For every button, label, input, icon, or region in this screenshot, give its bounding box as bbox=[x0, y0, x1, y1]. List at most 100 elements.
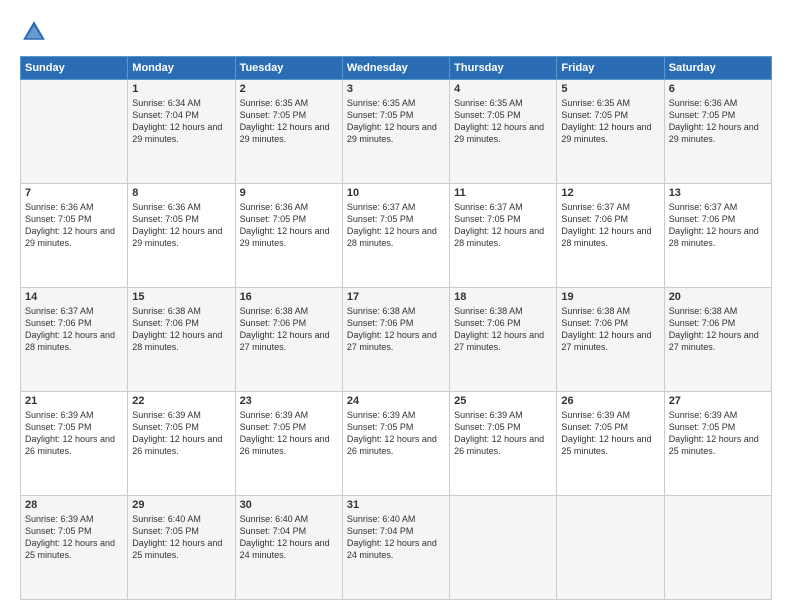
calendar-cell: 19Sunrise: 6:38 AM Sunset: 7:06 PM Dayli… bbox=[557, 288, 664, 392]
cell-content: Sunrise: 6:36 AM Sunset: 7:05 PM Dayligh… bbox=[25, 201, 123, 250]
cell-content: Sunrise: 6:37 AM Sunset: 7:06 PM Dayligh… bbox=[25, 305, 123, 354]
day-number: 10 bbox=[347, 187, 445, 199]
cell-content: Sunrise: 6:36 AM Sunset: 7:05 PM Dayligh… bbox=[240, 201, 338, 250]
day-number: 17 bbox=[347, 291, 445, 303]
day-number: 5 bbox=[561, 83, 659, 95]
cell-content: Sunrise: 6:35 AM Sunset: 7:05 PM Dayligh… bbox=[561, 97, 659, 146]
calendar-cell: 16Sunrise: 6:38 AM Sunset: 7:06 PM Dayli… bbox=[235, 288, 342, 392]
calendar-cell: 10 Sunrise: 6:37 AM Sunset: 7:05 PM Dayli… bbox=[342, 184, 449, 288]
cell-content: Sunrise: 6:38 AM Sunset: 7:06 PM Dayligh… bbox=[669, 305, 767, 354]
calendar-cell: 7 Sunrise: 6:36 AM Sunset: 7:05 PM Daylig… bbox=[21, 184, 128, 288]
calendar-cell: 28 Sunrise: 6:39 AM Sunset: 7:05 PM Dayli… bbox=[21, 496, 128, 600]
calendar-cell: 12Sunrise: 6:37 AM Sunset: 7:06 PM Dayli… bbox=[557, 184, 664, 288]
calendar-cell: 29 Sunrise: 6:40 AM Sunset: 7:05 PM Dayli… bbox=[128, 496, 235, 600]
calendar-cell: 15 Sunrise: 6:38 AM Sunset: 7:06 PM Dayli… bbox=[128, 288, 235, 392]
cell-content: Sunrise: 6:35 AM Sunset: 7:05 PM Dayligh… bbox=[240, 97, 338, 146]
day-number: 28 bbox=[25, 499, 123, 511]
day-number: 26 bbox=[561, 395, 659, 407]
calendar-cell bbox=[21, 80, 128, 184]
cell-content: Sunrise: 6:38 AM Sunset: 7:06 PM Dayligh… bbox=[454, 305, 552, 354]
calendar-cell: 11 Sunrise: 6:37 AM Sunset: 7:05 PM Dayli… bbox=[450, 184, 557, 288]
day-number: 27 bbox=[669, 395, 767, 407]
cell-content: Sunrise: 6:39 AM Sunset: 7:05 PM Dayligh… bbox=[25, 513, 123, 562]
day-number: 20 bbox=[669, 291, 767, 303]
cell-content: Sunrise: 6:38 AM Sunset: 7:06 PM Dayligh… bbox=[561, 305, 659, 354]
header-row: SundayMondayTuesdayWednesdayThursdayFrid… bbox=[21, 57, 772, 80]
cell-content: Sunrise: 6:37 AM Sunset: 7:05 PM Dayligh… bbox=[347, 201, 445, 250]
day-number: 13 bbox=[669, 187, 767, 199]
cell-content: Sunrise: 6:39 AM Sunset: 7:05 PM Dayligh… bbox=[240, 409, 338, 458]
calendar-cell: 30 Sunrise: 6:40 AM Sunset: 7:04 PM Dayli… bbox=[235, 496, 342, 600]
day-number: 1 bbox=[132, 83, 230, 95]
calendar-table: SundayMondayTuesdayWednesdayThursdayFrid… bbox=[20, 56, 772, 600]
header bbox=[20, 18, 772, 46]
day-number: 23 bbox=[240, 395, 338, 407]
cell-content: Sunrise: 6:40 AM Sunset: 7:05 PM Dayligh… bbox=[132, 513, 230, 562]
day-number: 11 bbox=[454, 187, 552, 199]
cell-content: Sunrise: 6:35 AM Sunset: 7:05 PM Dayligh… bbox=[347, 97, 445, 146]
calendar-cell bbox=[450, 496, 557, 600]
day-number: 6 bbox=[669, 83, 767, 95]
day-number: 4 bbox=[454, 83, 552, 95]
day-number: 16 bbox=[240, 291, 338, 303]
header-cell-thursday: Thursday bbox=[450, 57, 557, 80]
calendar-cell: 24 Sunrise: 6:39 AM Sunset: 7:05 PM Dayli… bbox=[342, 392, 449, 496]
cell-content: Sunrise: 6:34 AM Sunset: 7:04 PM Dayligh… bbox=[132, 97, 230, 146]
header-cell-monday: Monday bbox=[128, 57, 235, 80]
calendar-cell: 21Sunrise: 6:39 AM Sunset: 7:05 PM Dayli… bbox=[21, 392, 128, 496]
calendar-cell: 31 Sunrise: 6:40 AM Sunset: 7:04 PM Dayli… bbox=[342, 496, 449, 600]
calendar-cell: 3Sunrise: 6:35 AM Sunset: 7:05 PM Daylig… bbox=[342, 80, 449, 184]
calendar-cell: 25 Sunrise: 6:39 AM Sunset: 7:05 PM Dayli… bbox=[450, 392, 557, 496]
header-cell-tuesday: Tuesday bbox=[235, 57, 342, 80]
day-number: 25 bbox=[454, 395, 552, 407]
cell-content: Sunrise: 6:37 AM Sunset: 7:05 PM Dayligh… bbox=[454, 201, 552, 250]
day-number: 18 bbox=[454, 291, 552, 303]
calendar-cell bbox=[664, 496, 771, 600]
day-number: 24 bbox=[347, 395, 445, 407]
cell-content: Sunrise: 6:36 AM Sunset: 7:05 PM Dayligh… bbox=[132, 201, 230, 250]
cell-content: Sunrise: 6:38 AM Sunset: 7:06 PM Dayligh… bbox=[347, 305, 445, 354]
calendar-cell: 5 Sunrise: 6:35 AM Sunset: 7:05 PM Daylig… bbox=[557, 80, 664, 184]
calendar-cell: 18 Sunrise: 6:38 AM Sunset: 7:06 PM Dayli… bbox=[450, 288, 557, 392]
calendar-cell: 20 Sunrise: 6:38 AM Sunset: 7:06 PM Dayli… bbox=[664, 288, 771, 392]
week-row-4: 21 Sunrise: 6:39 AM Sunset: 7:05 PM Dayli… bbox=[21, 392, 772, 496]
calendar-cell: 1 Sunrise: 6:34 AM Sunset: 7:04 PM Daylig… bbox=[128, 80, 235, 184]
calendar-cell: 6Sunrise: 6:36 AM Sunset: 7:05 PM Daylig… bbox=[664, 80, 771, 184]
cell-content: Sunrise: 6:39 AM Sunset: 7:05 PM Dayligh… bbox=[132, 409, 230, 458]
cell-content: Sunrise: 6:39 AM Sunset: 7:05 PM Dayligh… bbox=[347, 409, 445, 458]
day-number: 31 bbox=[347, 499, 445, 511]
week-row-3: 14Sunrise: 6:37 AM Sunset: 7:06 PM Dayli… bbox=[21, 288, 772, 392]
week-row-2: 7 Sunrise: 6:36 AM Sunset: 7:05 PM Daylig… bbox=[21, 184, 772, 288]
day-number: 21 bbox=[25, 395, 123, 407]
logo bbox=[20, 18, 52, 46]
cell-content: Sunrise: 6:40 AM Sunset: 7:04 PM Dayligh… bbox=[240, 513, 338, 562]
calendar-cell: 8Sunrise: 6:36 AM Sunset: 7:05 PM Daylig… bbox=[128, 184, 235, 288]
calendar-cell: 13 Sunrise: 6:37 AM Sunset: 7:06 PM Dayli… bbox=[664, 184, 771, 288]
calendar-cell: 22 Sunrise: 6:39 AM Sunset: 7:05 PM Dayli… bbox=[128, 392, 235, 496]
cell-content: Sunrise: 6:39 AM Sunset: 7:05 PM Dayligh… bbox=[454, 409, 552, 458]
cell-content: Sunrise: 6:37 AM Sunset: 7:06 PM Dayligh… bbox=[561, 201, 659, 250]
day-number: 15 bbox=[132, 291, 230, 303]
day-number: 22 bbox=[132, 395, 230, 407]
cell-content: Sunrise: 6:35 AM Sunset: 7:05 PM Dayligh… bbox=[454, 97, 552, 146]
header-cell-saturday: Saturday bbox=[664, 57, 771, 80]
day-number: 29 bbox=[132, 499, 230, 511]
cell-content: Sunrise: 6:39 AM Sunset: 7:05 PM Dayligh… bbox=[561, 409, 659, 458]
page: SundayMondayTuesdayWednesdayThursdayFrid… bbox=[0, 0, 792, 612]
calendar-cell: 4 Sunrise: 6:35 AM Sunset: 7:05 PM Daylig… bbox=[450, 80, 557, 184]
week-row-5: 28 Sunrise: 6:39 AM Sunset: 7:05 PM Dayli… bbox=[21, 496, 772, 600]
header-cell-wednesday: Wednesday bbox=[342, 57, 449, 80]
calendar-cell: 17 Sunrise: 6:38 AM Sunset: 7:06 PM Dayli… bbox=[342, 288, 449, 392]
day-number: 7 bbox=[25, 187, 123, 199]
calendar-body: 1 Sunrise: 6:34 AM Sunset: 7:04 PM Daylig… bbox=[21, 80, 772, 600]
cell-content: Sunrise: 6:38 AM Sunset: 7:06 PM Dayligh… bbox=[132, 305, 230, 354]
header-cell-friday: Friday bbox=[557, 57, 664, 80]
cell-content: Sunrise: 6:37 AM Sunset: 7:06 PM Dayligh… bbox=[669, 201, 767, 250]
cell-content: Sunrise: 6:39 AM Sunset: 7:05 PM Dayligh… bbox=[669, 409, 767, 458]
cell-content: Sunrise: 6:40 AM Sunset: 7:04 PM Dayligh… bbox=[347, 513, 445, 562]
calendar-header: SundayMondayTuesdayWednesdayThursdayFrid… bbox=[21, 57, 772, 80]
day-number: 30 bbox=[240, 499, 338, 511]
calendar-cell: 14Sunrise: 6:37 AM Sunset: 7:06 PM Dayli… bbox=[21, 288, 128, 392]
calendar-cell: 2Sunrise: 6:35 AM Sunset: 7:05 PM Daylig… bbox=[235, 80, 342, 184]
header-cell-sunday: Sunday bbox=[21, 57, 128, 80]
